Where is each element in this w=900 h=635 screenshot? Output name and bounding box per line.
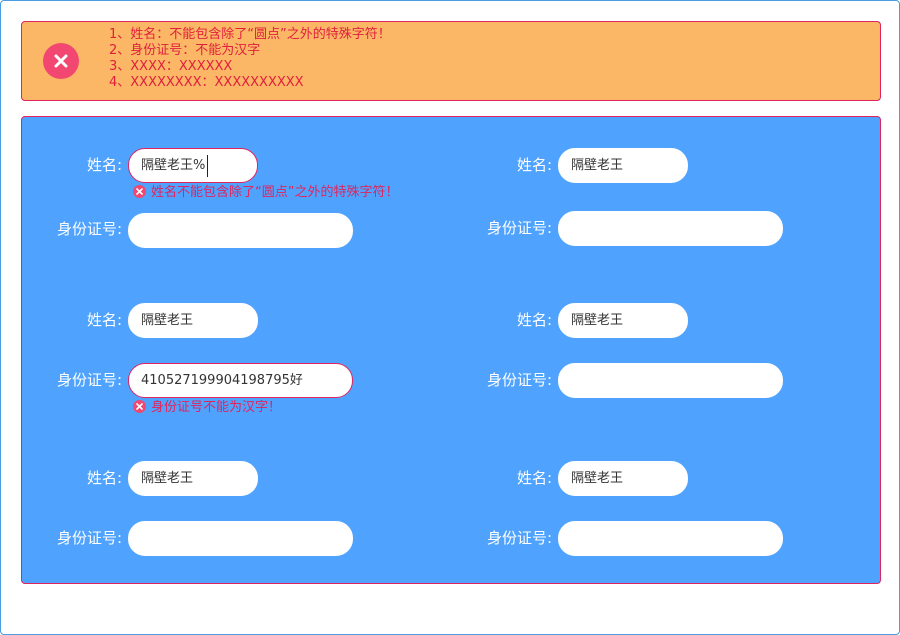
id-input-4[interactable] [558,363,783,398]
id-error-message: 身份证号不能为汉字！ [133,400,281,416]
name-input-6[interactable]: 隔壁老王 [558,461,688,496]
id-label: 身份证号: [56,371,122,389]
name-label: 姓名: [516,156,552,174]
id-label: 身份证号: [56,529,122,547]
name-label: 姓名: [86,311,122,329]
name-input-3[interactable]: 隔壁老王 [128,303,258,338]
error-summary-item: 3、XXXX：XXXXXX [109,59,233,74]
id-input-2[interactable] [558,211,783,246]
error-summary-item: 1、姓名：不能包含除了“圆点”之外的特殊字符！ [109,27,391,42]
error-icon [133,400,146,413]
error-summary-alert: 1、姓名：不能包含除了“圆点”之外的特殊字符！ 2、身份证号：不能为汉字 3、X… [21,21,881,101]
name-error-message: 姓名不能包含除了“圆点”之外的特殊字符！ [133,185,398,201]
name-label: 姓名: [86,156,122,174]
name-error-text: 姓名不能包含除了“圆点”之外的特殊字符！ [151,185,399,200]
name-input-1[interactable]: 隔壁老王% [128,148,258,183]
id-label: 身份证号: [486,371,552,389]
name-input-5[interactable]: 隔壁老王 [128,461,258,496]
error-summary-list: 1、姓名：不能包含除了“圆点”之外的特殊字符！ 2、身份证号：不能为汉字 3、X… [109,27,391,91]
name-input-4[interactable]: 隔壁老王 [558,303,688,338]
error-summary-item: 2、身份证号：不能为汉字 [109,43,261,58]
error-circle-icon [43,43,79,79]
id-input-3[interactable]: 410527199904198795好 [128,363,353,398]
id-input-5[interactable] [128,521,353,556]
name-label: 姓名: [516,311,552,329]
page-frame: 1、姓名：不能包含除了“圆点”之外的特殊字符！ 2、身份证号：不能为汉字 3、X… [0,0,900,635]
name-label: 姓名: [86,469,122,487]
id-label: 身份证号: [486,219,552,237]
error-icon [133,185,146,198]
name-input-2[interactable]: 隔壁老王 [558,148,688,183]
name-input-value: 隔壁老王% [141,158,206,173]
id-label: 身份证号: [56,220,122,238]
id-error-text: 身份证号不能为汉字！ [151,400,282,415]
text-caret [207,154,209,177]
id-input-1[interactable] [128,213,353,248]
error-summary-item: 4、XXXXXXXX：XXXXXXXXXX [109,75,304,90]
id-label: 身份证号: [486,529,552,547]
form-panel: 姓名: 隔壁老王% 姓名不能包含除了“圆点”之外的特殊字符！ 身份证号: 姓名:… [21,116,881,584]
name-label: 姓名: [516,469,552,487]
id-input-6[interactable] [558,521,783,556]
